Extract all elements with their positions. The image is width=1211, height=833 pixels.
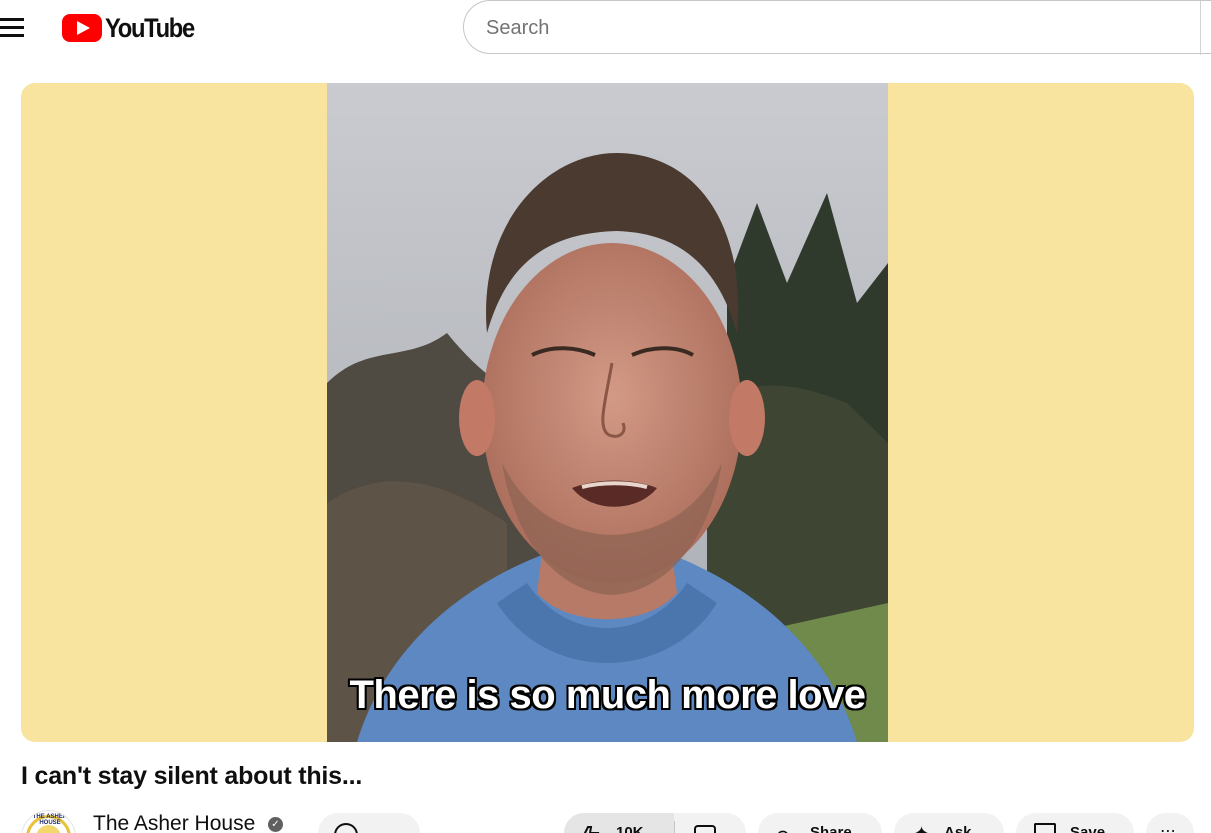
youtube-logo[interactable]: YouTube xyxy=(62,12,206,44)
share-button[interactable]: ↷ Share xyxy=(758,813,882,833)
video-player[interactable]: There is so much more love xyxy=(21,83,1194,742)
search-box xyxy=(463,0,1211,55)
menu-bar xyxy=(0,18,24,21)
like-dislike-group: 10K xyxy=(564,813,746,833)
like-icon xyxy=(583,826,600,833)
masthead: YouTube xyxy=(0,0,1211,56)
save-button[interactable]: Save xyxy=(1016,813,1134,833)
ask-label: Ask xyxy=(944,824,972,833)
menu-icon[interactable] xyxy=(0,12,28,44)
share-icon: ↷ xyxy=(776,825,793,833)
dislike-icon[interactable] xyxy=(694,825,716,833)
like-count: 10K xyxy=(616,824,644,833)
save-icon xyxy=(1034,823,1056,833)
more-icon: ⋯ xyxy=(1160,823,1177,833)
menu-bar xyxy=(0,26,24,29)
verified-icon: ✓ xyxy=(268,817,283,832)
ask-icon: ✦ xyxy=(914,823,930,833)
channel-name[interactable]: The Asher House xyxy=(93,812,255,833)
menu-bar xyxy=(0,34,24,37)
avatar-text: THE ASHER HOUSE xyxy=(32,814,68,826)
share-label: Share xyxy=(810,824,852,833)
video-caption: There is so much more love xyxy=(349,673,866,717)
logo-text: YouTube xyxy=(105,12,195,43)
video-frame[interactable]: There is so much more love xyxy=(327,83,888,742)
save-label: Save xyxy=(1070,824,1106,833)
video-title: I can't stay silent about this... xyxy=(21,762,363,790)
search-divider xyxy=(1200,1,1201,55)
more-actions-button[interactable]: ⋯ xyxy=(1146,813,1194,833)
like-separator xyxy=(674,821,675,833)
subscribed-bell-button[interactable]: ⋯ xyxy=(318,813,420,833)
bell-icon xyxy=(334,823,358,833)
ask-button[interactable]: ✦ Ask xyxy=(894,813,1004,833)
search-input[interactable] xyxy=(486,15,1166,41)
like-button[interactable]: 10K xyxy=(564,813,674,833)
channel-avatar[interactable]: THE ASHER HOUSE xyxy=(21,810,76,833)
video-still xyxy=(327,83,888,742)
youtube-logo-icon xyxy=(62,14,102,42)
